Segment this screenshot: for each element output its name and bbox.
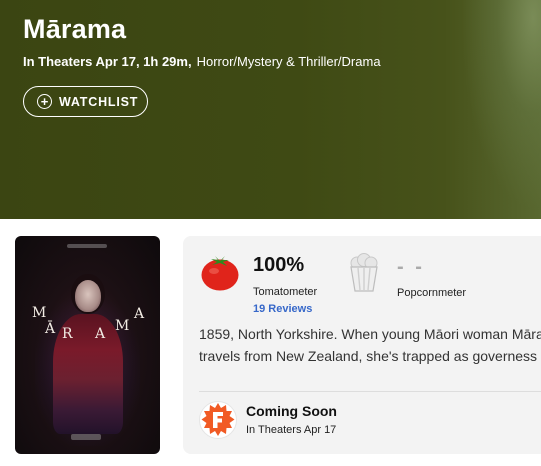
tomatometer-label: Tomatometer — [253, 286, 318, 298]
poster-studio-logos — [67, 244, 107, 248]
coming-soon-date: In Theaters Apr 17 — [246, 424, 337, 436]
hero-backdrop-image — [461, 0, 541, 210]
genre-list: Horror/Mystery & Thriller/Drama — [196, 54, 381, 69]
popcornmeter-label: Popcornmeter — [397, 287, 467, 299]
tomatometer-score: 100% — [253, 254, 305, 276]
movie-title: Mārama — [23, 14, 127, 44]
poster-title-letter: A — [95, 326, 107, 342]
poster-title-letter: Ā — [45, 321, 57, 337]
poster-title-letter: M — [32, 305, 48, 321]
release-info: In Theaters Apr 17, 1h 29m, — [23, 54, 192, 69]
poster-figure-head — [75, 280, 101, 312]
poster-title-letter: M — [115, 318, 131, 334]
plus-circle-icon: + — [37, 94, 52, 109]
coming-soon-title: Coming Soon — [246, 403, 337, 419]
poster-title-letter: R — [62, 326, 74, 342]
card-divider — [199, 391, 541, 392]
movie-poster[interactable]: M Ā R A M A — [15, 236, 160, 454]
fandango-icon[interactable] — [199, 401, 237, 439]
popcornmeter-score: - - — [397, 256, 425, 278]
poster-festival-logo — [71, 434, 101, 440]
reviews-count-link[interactable]: 19 Reviews — [253, 303, 312, 315]
movie-meta: In Theaters Apr 17, 1h 29m, Horror/Myster… — [23, 54, 381, 69]
fresh-tomato-icon — [201, 256, 239, 291]
poster-title-letter: A — [134, 306, 146, 322]
watchlist-button[interactable]: + WATCHLIST — [23, 86, 148, 117]
watchlist-label: WATCHLIST — [59, 94, 139, 109]
hero-banner: Mārama In Theaters Apr 17, 1h 29m, Horror… — [0, 0, 541, 219]
movie-synopsis: 1859, North Yorkshire. When young Māori … — [199, 326, 541, 364]
empty-popcorn-icon — [350, 253, 378, 292]
